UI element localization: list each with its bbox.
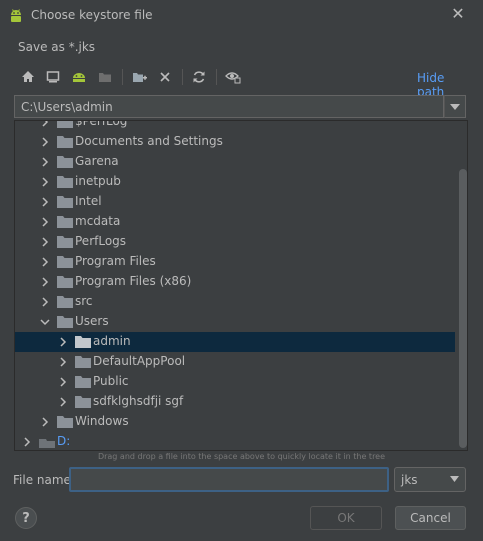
folder-icon [57, 176, 73, 188]
tree-row-label: Garena [75, 154, 119, 168]
chevron-right-icon[interactable] [57, 396, 69, 408]
chevron-right-icon[interactable] [57, 336, 69, 348]
new-folder-icon[interactable] [129, 66, 151, 88]
tree-row-label: D: [57, 434, 71, 448]
folder-icon [75, 376, 91, 388]
module-folder-icon[interactable] [94, 66, 116, 88]
file-name-input[interactable] [69, 467, 389, 492]
android-icon [11, 9, 21, 22]
chevron-down-icon[interactable] [39, 316, 51, 328]
extension-value: jks [401, 472, 418, 487]
folder-icon [57, 156, 73, 168]
tree-row-label: Public [93, 374, 129, 388]
folder-icon [57, 196, 73, 208]
show-hidden-icon[interactable] [222, 66, 244, 88]
delete-icon[interactable] [154, 66, 176, 88]
tree-row-label: Program Files (x86) [75, 274, 192, 288]
chevron-right-icon[interactable] [39, 176, 51, 188]
folder-icon [57, 276, 73, 288]
chevron-right-icon[interactable] [39, 236, 51, 248]
scrollbar-thumb[interactable] [459, 169, 467, 448]
folder-icon [57, 216, 73, 228]
folder-icon [75, 336, 91, 348]
chevron-right-icon[interactable] [57, 356, 69, 368]
tree-row-label: Intel [75, 194, 102, 208]
folder-icon [57, 416, 73, 428]
tree-row-label: PerfLogs [75, 234, 127, 248]
tree-row[interactable]: src [15, 292, 455, 312]
path-input[interactable] [14, 95, 444, 118]
cancel-button[interactable]: Cancel [395, 506, 466, 530]
drive-icon [39, 439, 55, 448]
chevron-right-icon[interactable] [39, 196, 51, 208]
tree-row-label: src [75, 294, 93, 308]
tree-row[interactable]: admin [15, 332, 455, 352]
folder-icon [57, 256, 73, 268]
toolbar: Hide path [14, 66, 470, 99]
tree-row-label: Users [75, 314, 109, 328]
tree-row[interactable]: $PerfLog [15, 120, 455, 132]
drag-drop-hint: Drag and drop a file into the space abov… [97, 452, 386, 461]
tree-row[interactable]: Program Files (x86) [15, 272, 455, 292]
tree-row[interactable]: Program Files [15, 252, 455, 272]
refresh-icon[interactable] [188, 66, 210, 88]
tree-row[interactable]: DefaultAppPool [15, 352, 455, 372]
home-icon[interactable] [17, 66, 39, 88]
chevron-down-icon [450, 103, 460, 110]
chevron-right-icon[interactable] [39, 156, 51, 168]
chevron-down-icon [450, 476, 459, 482]
tree-row-drive[interactable]: D: [15, 432, 455, 450]
tree-row[interactable]: Public [15, 372, 455, 392]
ok-button[interactable]: OK [310, 506, 382, 530]
toolbar-separator [216, 69, 217, 85]
chevron-right-icon[interactable] [57, 376, 69, 388]
tree-row[interactable]: Documents and Settings [15, 132, 455, 152]
tree-row[interactable]: Users [15, 312, 455, 332]
file-name-label: File name: [13, 473, 75, 487]
close-icon[interactable]: ✕ [449, 5, 467, 23]
tree-row-label: $PerfLog [75, 120, 128, 128]
tree-row[interactable]: inetpub [15, 172, 455, 192]
chevron-right-icon[interactable] [39, 416, 51, 428]
tree-row[interactable]: mcdata [15, 212, 455, 232]
help-button[interactable]: ? [15, 507, 37, 529]
folder-icon [57, 296, 73, 308]
chevron-right-icon[interactable] [39, 256, 51, 268]
tree-row-label: inetpub [75, 174, 121, 188]
chevron-right-icon[interactable] [39, 136, 51, 148]
desktop-icon[interactable] [42, 66, 64, 88]
folder-icon [75, 356, 91, 368]
tree-row[interactable]: Garena [15, 152, 455, 172]
window-title: Choose keystore file [31, 8, 153, 22]
extension-select[interactable]: jks [394, 467, 466, 492]
folder-icon [57, 316, 73, 328]
folder-icon [57, 121, 73, 128]
tree-row-label: Documents and Settings [75, 134, 223, 148]
chevron-right-icon[interactable] [39, 296, 51, 308]
tree-row[interactable]: Intel [15, 192, 455, 212]
tree-row[interactable]: sdfklghsdfji sgf [15, 392, 455, 412]
path-history-dropdown[interactable] [444, 95, 466, 118]
chevron-right-icon[interactable] [39, 216, 51, 228]
folder-icon [57, 136, 73, 148]
chevron-right-icon [42, 121, 49, 127]
tree-row-label: DefaultAppPool [93, 354, 186, 368]
file-tree[interactable]: $PerfLog Documents and Settings Garena ine… [14, 120, 468, 451]
tree-row[interactable]: Windows [15, 412, 455, 432]
chevron-right-icon[interactable] [21, 436, 33, 448]
tree-row-label: Windows [75, 414, 129, 428]
android-project-icon[interactable] [68, 66, 90, 88]
tree-row-label: admin [93, 334, 131, 348]
tree-row-label: sdfklghsdfji sgf [93, 394, 184, 408]
folder-icon [75, 396, 91, 408]
chevron-right-icon[interactable] [39, 276, 51, 288]
tree-row-label: mcdata [75, 214, 121, 228]
toolbar-separator [182, 69, 183, 85]
title-bar: Choose keystore file ✕ [0, 0, 483, 32]
folder-icon [57, 236, 73, 248]
tree-row-label: Program Files [75, 254, 156, 268]
dialog-description: Save as *.jks [18, 40, 96, 54]
tree-row[interactable]: PerfLogs [15, 232, 455, 252]
toolbar-separator [122, 69, 123, 85]
